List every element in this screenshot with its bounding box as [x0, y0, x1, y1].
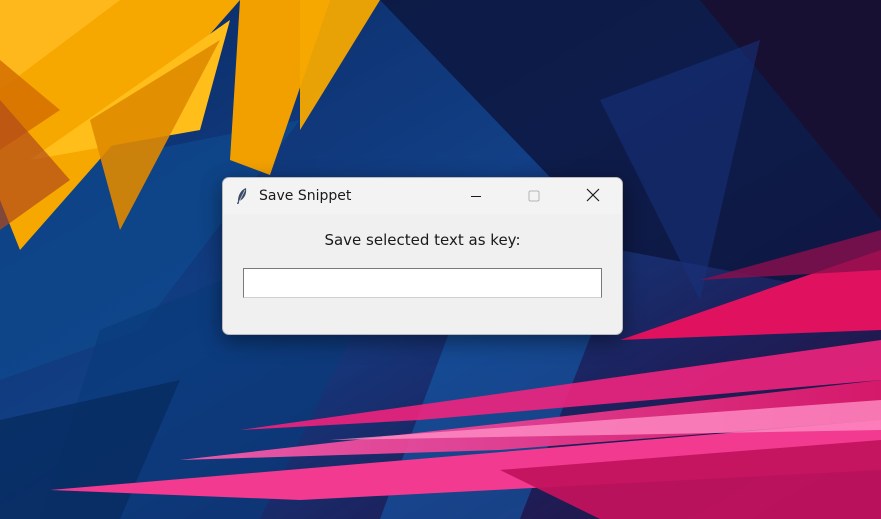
close-button[interactable] — [564, 178, 622, 214]
maximize-icon — [528, 187, 540, 206]
feather-icon — [235, 187, 249, 205]
window-title: Save Snippet — [259, 188, 352, 204]
prompt-label: Save selected text as key: — [324, 231, 521, 249]
minimize-button[interactable] — [447, 178, 505, 214]
maximize-button[interactable] — [505, 178, 563, 214]
key-input[interactable] — [243, 268, 602, 298]
minimize-icon — [470, 187, 482, 206]
close-icon — [586, 187, 600, 206]
title-bar[interactable]: Save Snippet — [223, 178, 622, 214]
save-snippet-dialog: Save Snippet Save selected text as key: — [222, 177, 623, 335]
